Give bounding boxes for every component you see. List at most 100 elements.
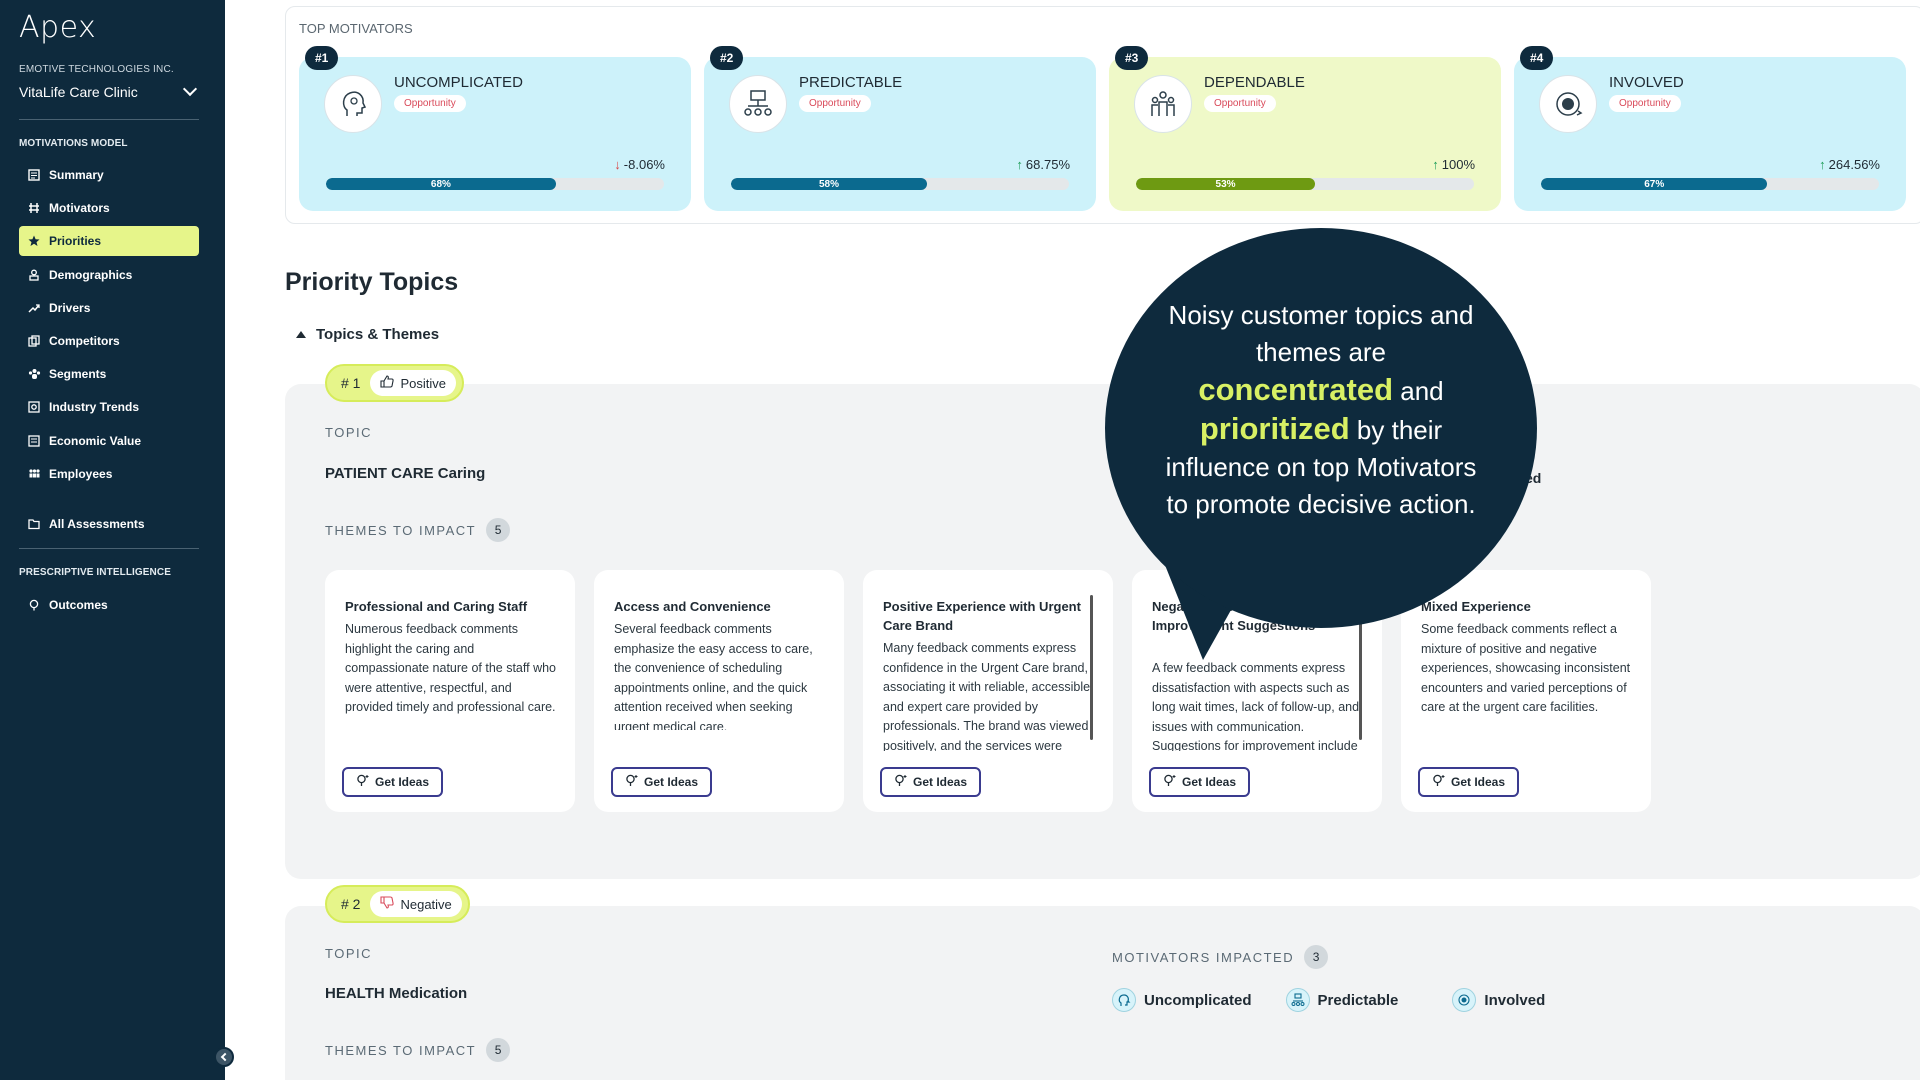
hierarchy-icon bbox=[729, 75, 787, 133]
progress-bar: 58% bbox=[731, 178, 1069, 190]
motivator-chip[interactable]: Involved bbox=[1452, 988, 1545, 1012]
opportunity-tag: Opportunity bbox=[394, 95, 466, 112]
button-label: Get Ideas bbox=[375, 775, 430, 789]
app-logo[interactable]: Apex bbox=[19, 10, 96, 45]
topic-caption: TOPIC bbox=[325, 946, 372, 961]
sidebar-item-label: Employees bbox=[49, 466, 113, 481]
motivator-card[interactable]: UNCOMPLICATED Opportunity ↓ -8.06% 68% bbox=[299, 57, 691, 211]
motivator-chip[interactable]: Predictable bbox=[1285, 988, 1399, 1012]
progress-bar: 67% bbox=[1541, 178, 1879, 190]
theme-body: Several feedback comments emphasize the … bbox=[614, 622, 813, 730]
theme-title: Professional and Caring Staff bbox=[345, 599, 528, 614]
progress-bar: 68% bbox=[326, 178, 664, 190]
sidebar-nav-outcomes: Outcomes bbox=[19, 590, 199, 623]
theme-title: Positive Experience with Urgent Care Bra… bbox=[883, 599, 1081, 633]
progress-fill: 58% bbox=[731, 178, 928, 190]
get-ideas-button[interactable]: Get Ideas bbox=[1149, 767, 1251, 797]
change-indicator: ↓ -8.06% bbox=[614, 157, 665, 172]
sidebar-item-demographics[interactable]: Demographics bbox=[19, 260, 199, 290]
sidebar: Apex EMOTIVE TECHNOLOGIES INC. VitaLife … bbox=[0, 0, 234, 1080]
progress-fill: 53% bbox=[1136, 178, 1316, 190]
topics-themes-toggle[interactable]: Topics & Themes bbox=[296, 326, 439, 343]
topic-name: HEALTH Medication bbox=[325, 985, 468, 1002]
sidebar-item-economic-value[interactable]: Economic Value bbox=[19, 426, 199, 456]
idea-bulb-icon bbox=[1163, 774, 1176, 790]
theme-body: Numerous feedback comments highlight the… bbox=[345, 622, 557, 714]
motivator-card[interactable]: PREDICTABLE Opportunity ↑ 68.75% 58% bbox=[704, 57, 1096, 211]
themes-count: 5 bbox=[486, 1038, 511, 1062]
theme-body: Many feedback comments express confidenc… bbox=[883, 641, 1094, 751]
chevron-left-icon bbox=[220, 1052, 230, 1062]
button-label: Get Ideas bbox=[1182, 775, 1237, 789]
change-indicator: ↑ 68.75% bbox=[1016, 157, 1070, 172]
get-ideas-button[interactable]: Get Ideas bbox=[880, 767, 982, 797]
sidebar-nav-secondary: All Assessments bbox=[19, 509, 199, 542]
sidebar-item-all-assessments[interactable]: All Assessments bbox=[19, 509, 199, 539]
progress-bar: 53% bbox=[1136, 178, 1474, 190]
clinic-name: VitaLife Care Clinic bbox=[19, 84, 138, 100]
arrow-up-icon: ↑ bbox=[1016, 157, 1023, 172]
sidebar-item-label: Drivers bbox=[49, 300, 91, 315]
button-label: Get Ideas bbox=[1451, 775, 1506, 789]
toggle-label: Topics & Themes bbox=[316, 326, 440, 343]
themes-caption-label: THEMES TO IMPACT bbox=[325, 522, 477, 538]
sidebar-item-label: All Assessments bbox=[49, 517, 145, 531]
theme-card: Professional and Caring Staff Numerous f… bbox=[325, 570, 575, 812]
competitors-icon bbox=[27, 334, 41, 348]
topic-rank-pill: # 1 Positive bbox=[325, 364, 464, 402]
motivators-impacted-caption: MOTIVATORS IMPACTED 3 bbox=[1112, 945, 1329, 969]
summary-icon bbox=[27, 168, 41, 182]
sidebar-item-label: Motivators bbox=[49, 201, 110, 216]
motivator-chip-label: Predictable bbox=[1317, 991, 1399, 1009]
sidebar-item-label: Economic Value bbox=[49, 433, 142, 448]
scrollbar[interactable] bbox=[1090, 595, 1093, 740]
sidebar-divider bbox=[19, 119, 199, 120]
target-cycle-icon bbox=[1452, 988, 1477, 1012]
opportunity-tag: Opportunity bbox=[799, 95, 871, 112]
hierarchy-icon bbox=[1285, 988, 1310, 1012]
sidebar-item-motivators[interactable]: Motivators bbox=[19, 193, 199, 223]
idea-bulb-icon bbox=[625, 774, 638, 790]
sidebar-collapse-button[interactable] bbox=[214, 1047, 234, 1067]
topic-name: PATIENT CARE Caring bbox=[325, 465, 486, 482]
top-motivators-label: TOP MOTIVATORS bbox=[299, 21, 413, 36]
themes-caption: THEMES TO IMPACT 5 bbox=[325, 518, 511, 542]
arrow-down-icon: ↓ bbox=[614, 157, 621, 172]
sidebar-item-drivers[interactable]: Drivers bbox=[19, 293, 199, 323]
sidebar-item-priorities[interactable]: Priorities bbox=[19, 226, 199, 257]
industry-icon bbox=[27, 400, 41, 414]
clinic-selector[interactable]: VitaLife Care Clinic bbox=[19, 81, 199, 100]
themes-count: 5 bbox=[486, 518, 511, 542]
sidebar-item-competitors[interactable]: Competitors bbox=[19, 326, 199, 356]
motivator-title: INVOLVED bbox=[1609, 74, 1684, 91]
motivator-chip[interactable]: Uncomplicated bbox=[1112, 988, 1252, 1012]
get-ideas-button[interactable]: Get Ideas bbox=[1418, 767, 1520, 797]
get-ideas-button[interactable]: Get Ideas bbox=[611, 767, 713, 797]
sidebar-item-label: Priorities bbox=[49, 234, 102, 249]
change-indicator: ↑ 264.56% bbox=[1819, 157, 1880, 172]
callout-text: Noisy customer topics and themes are con… bbox=[1160, 297, 1482, 523]
opportunity-tag: Opportunity bbox=[1609, 95, 1681, 112]
motivator-card[interactable]: INVOLVED Opportunity ↑ 264.56% 67% bbox=[1514, 57, 1906, 211]
button-label: Get Ideas bbox=[913, 775, 968, 789]
motivator-card[interactable]: DEPENDABLE Opportunity ↑ 100% 53% bbox=[1109, 57, 1501, 211]
theme-title: Access and Convenience bbox=[614, 599, 771, 614]
callout-highlight-prioritized: prioritized bbox=[1199, 411, 1350, 446]
change-value: 68.75% bbox=[1025, 157, 1070, 172]
callout-mid: and bbox=[1400, 376, 1444, 406]
motivators-count: 3 bbox=[1304, 945, 1329, 969]
sidebar-item-outcomes[interactable]: Outcomes bbox=[19, 590, 199, 620]
sidebar-item-employees[interactable]: Employees bbox=[19, 459, 199, 489]
idea-bulb-icon bbox=[894, 774, 907, 790]
topic-rank: # 2 bbox=[341, 896, 361, 912]
caret-up-icon bbox=[296, 331, 306, 338]
people-icon bbox=[1134, 75, 1192, 133]
sidebar-item-industry-trends[interactable]: Industry Trends bbox=[19, 392, 199, 422]
sidebar-item-summary[interactable]: Summary bbox=[19, 160, 199, 190]
get-ideas-button[interactable]: Get Ideas bbox=[342, 767, 444, 797]
themes-caption-label: THEMES TO IMPACT bbox=[325, 1042, 477, 1058]
topic-block bbox=[285, 906, 1920, 1080]
thumbs-down-icon bbox=[380, 896, 395, 912]
button-label: Get Ideas bbox=[644, 775, 699, 789]
sidebar-item-segments[interactable]: Segments bbox=[19, 359, 199, 389]
